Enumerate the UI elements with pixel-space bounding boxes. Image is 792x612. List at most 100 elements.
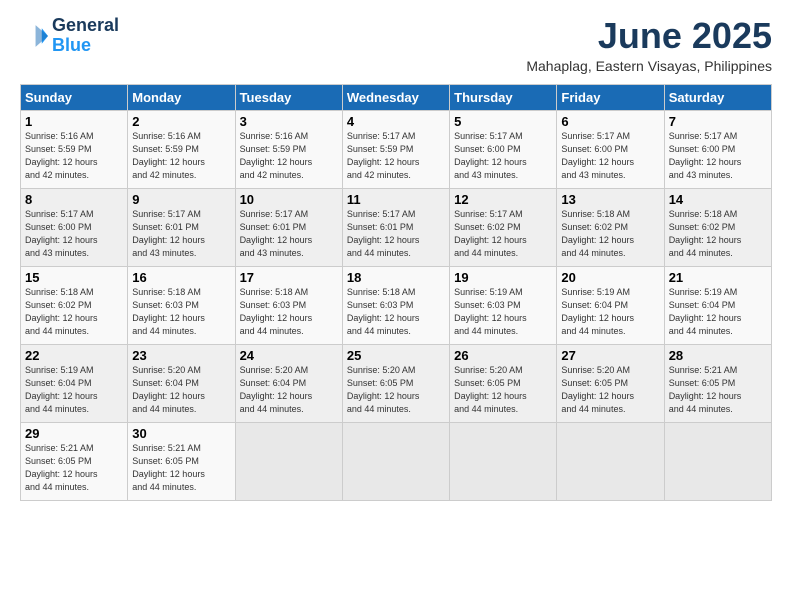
- table-cell: 12Sunrise: 5:17 AM Sunset: 6:02 PM Dayli…: [450, 188, 557, 266]
- col-sunday: Sunday: [21, 84, 128, 110]
- table-cell: 25Sunrise: 5:20 AM Sunset: 6:05 PM Dayli…: [342, 344, 449, 422]
- title-block: June 2025 Mahaplag, Eastern Visayas, Phi…: [526, 16, 772, 74]
- day-number: 24: [240, 348, 338, 363]
- day-info: Sunrise: 5:17 AM Sunset: 6:00 PM Dayligh…: [561, 130, 659, 182]
- header: General Blue June 2025 Mahaplag, Eastern…: [20, 16, 772, 74]
- calendar-row: 1Sunrise: 5:16 AM Sunset: 5:59 PM Daylig…: [21, 110, 772, 188]
- table-cell: 13Sunrise: 5:18 AM Sunset: 6:02 PM Dayli…: [557, 188, 664, 266]
- day-info: Sunrise: 5:19 AM Sunset: 6:03 PM Dayligh…: [454, 286, 552, 338]
- col-saturday: Saturday: [664, 84, 771, 110]
- table-cell: 15Sunrise: 5:18 AM Sunset: 6:02 PM Dayli…: [21, 266, 128, 344]
- day-number: 30: [132, 426, 230, 441]
- calendar-row: 15Sunrise: 5:18 AM Sunset: 6:02 PM Dayli…: [21, 266, 772, 344]
- table-cell: 10Sunrise: 5:17 AM Sunset: 6:01 PM Dayli…: [235, 188, 342, 266]
- day-number: 9: [132, 192, 230, 207]
- table-cell: 1Sunrise: 5:16 AM Sunset: 5:59 PM Daylig…: [21, 110, 128, 188]
- day-info: Sunrise: 5:18 AM Sunset: 6:02 PM Dayligh…: [561, 208, 659, 260]
- table-cell: 8Sunrise: 5:17 AM Sunset: 6:00 PM Daylig…: [21, 188, 128, 266]
- table-cell: [664, 422, 771, 500]
- table-cell: 5Sunrise: 5:17 AM Sunset: 6:00 PM Daylig…: [450, 110, 557, 188]
- day-info: Sunrise: 5:20 AM Sunset: 6:05 PM Dayligh…: [561, 364, 659, 416]
- day-number: 18: [347, 270, 445, 285]
- logo-text: General Blue: [52, 16, 119, 56]
- table-cell: 28Sunrise: 5:21 AM Sunset: 6:05 PM Dayli…: [664, 344, 771, 422]
- calendar-title: June 2025: [526, 16, 772, 56]
- day-number: 15: [25, 270, 123, 285]
- day-info: Sunrise: 5:21 AM Sunset: 6:05 PM Dayligh…: [132, 442, 230, 494]
- day-number: 23: [132, 348, 230, 363]
- day-number: 26: [454, 348, 552, 363]
- day-info: Sunrise: 5:18 AM Sunset: 6:02 PM Dayligh…: [669, 208, 767, 260]
- day-number: 4: [347, 114, 445, 129]
- day-info: Sunrise: 5:19 AM Sunset: 6:04 PM Dayligh…: [561, 286, 659, 338]
- table-cell: 24Sunrise: 5:20 AM Sunset: 6:04 PM Dayli…: [235, 344, 342, 422]
- day-number: 12: [454, 192, 552, 207]
- table-cell: 30Sunrise: 5:21 AM Sunset: 6:05 PM Dayli…: [128, 422, 235, 500]
- table-cell: 9Sunrise: 5:17 AM Sunset: 6:01 PM Daylig…: [128, 188, 235, 266]
- table-cell: 16Sunrise: 5:18 AM Sunset: 6:03 PM Dayli…: [128, 266, 235, 344]
- day-number: 20: [561, 270, 659, 285]
- day-number: 17: [240, 270, 338, 285]
- day-info: Sunrise: 5:17 AM Sunset: 6:00 PM Dayligh…: [25, 208, 123, 260]
- day-info: Sunrise: 5:18 AM Sunset: 6:02 PM Dayligh…: [25, 286, 123, 338]
- table-cell: 2Sunrise: 5:16 AM Sunset: 5:59 PM Daylig…: [128, 110, 235, 188]
- table-cell: [342, 422, 449, 500]
- table-cell: 17Sunrise: 5:18 AM Sunset: 6:03 PM Dayli…: [235, 266, 342, 344]
- day-info: Sunrise: 5:19 AM Sunset: 6:04 PM Dayligh…: [669, 286, 767, 338]
- table-cell: 21Sunrise: 5:19 AM Sunset: 6:04 PM Dayli…: [664, 266, 771, 344]
- day-number: 8: [25, 192, 123, 207]
- day-info: Sunrise: 5:19 AM Sunset: 6:04 PM Dayligh…: [25, 364, 123, 416]
- table-cell: 7Sunrise: 5:17 AM Sunset: 6:00 PM Daylig…: [664, 110, 771, 188]
- day-number: 13: [561, 192, 659, 207]
- day-info: Sunrise: 5:16 AM Sunset: 5:59 PM Dayligh…: [240, 130, 338, 182]
- day-number: 25: [347, 348, 445, 363]
- table-cell: 11Sunrise: 5:17 AM Sunset: 6:01 PM Dayli…: [342, 188, 449, 266]
- table-cell: 3Sunrise: 5:16 AM Sunset: 5:59 PM Daylig…: [235, 110, 342, 188]
- day-number: 3: [240, 114, 338, 129]
- table-cell: 22Sunrise: 5:19 AM Sunset: 6:04 PM Dayli…: [21, 344, 128, 422]
- day-info: Sunrise: 5:18 AM Sunset: 6:03 PM Dayligh…: [347, 286, 445, 338]
- day-info: Sunrise: 5:21 AM Sunset: 6:05 PM Dayligh…: [25, 442, 123, 494]
- table-cell: 23Sunrise: 5:20 AM Sunset: 6:04 PM Dayli…: [128, 344, 235, 422]
- table-cell: 19Sunrise: 5:19 AM Sunset: 6:03 PM Dayli…: [450, 266, 557, 344]
- day-number: 14: [669, 192, 767, 207]
- table-cell: 27Sunrise: 5:20 AM Sunset: 6:05 PM Dayli…: [557, 344, 664, 422]
- table-cell: [235, 422, 342, 500]
- table-cell: 4Sunrise: 5:17 AM Sunset: 5:59 PM Daylig…: [342, 110, 449, 188]
- header-row: Sunday Monday Tuesday Wednesday Thursday…: [21, 84, 772, 110]
- day-info: Sunrise: 5:16 AM Sunset: 5:59 PM Dayligh…: [25, 130, 123, 182]
- day-info: Sunrise: 5:21 AM Sunset: 6:05 PM Dayligh…: [669, 364, 767, 416]
- day-number: 11: [347, 192, 445, 207]
- day-number: 7: [669, 114, 767, 129]
- day-info: Sunrise: 5:17 AM Sunset: 6:01 PM Dayligh…: [347, 208, 445, 260]
- day-info: Sunrise: 5:16 AM Sunset: 5:59 PM Dayligh…: [132, 130, 230, 182]
- col-wednesday: Wednesday: [342, 84, 449, 110]
- day-number: 21: [669, 270, 767, 285]
- day-info: Sunrise: 5:17 AM Sunset: 6:01 PM Dayligh…: [132, 208, 230, 260]
- col-tuesday: Tuesday: [235, 84, 342, 110]
- col-monday: Monday: [128, 84, 235, 110]
- calendar-subtitle: Mahaplag, Eastern Visayas, Philippines: [526, 58, 772, 74]
- day-info: Sunrise: 5:17 AM Sunset: 6:02 PM Dayligh…: [454, 208, 552, 260]
- logo: General Blue: [20, 16, 119, 56]
- day-info: Sunrise: 5:20 AM Sunset: 6:05 PM Dayligh…: [454, 364, 552, 416]
- calendar-row: 29Sunrise: 5:21 AM Sunset: 6:05 PM Dayli…: [21, 422, 772, 500]
- col-friday: Friday: [557, 84, 664, 110]
- day-info: Sunrise: 5:17 AM Sunset: 6:00 PM Dayligh…: [669, 130, 767, 182]
- table-cell: 18Sunrise: 5:18 AM Sunset: 6:03 PM Dayli…: [342, 266, 449, 344]
- day-number: 10: [240, 192, 338, 207]
- day-number: 27: [561, 348, 659, 363]
- logo-icon: [20, 22, 48, 50]
- day-number: 22: [25, 348, 123, 363]
- day-number: 1: [25, 114, 123, 129]
- calendar-row: 8Sunrise: 5:17 AM Sunset: 6:00 PM Daylig…: [21, 188, 772, 266]
- calendar-row: 22Sunrise: 5:19 AM Sunset: 6:04 PM Dayli…: [21, 344, 772, 422]
- table-cell: 29Sunrise: 5:21 AM Sunset: 6:05 PM Dayli…: [21, 422, 128, 500]
- day-info: Sunrise: 5:18 AM Sunset: 6:03 PM Dayligh…: [240, 286, 338, 338]
- day-info: Sunrise: 5:20 AM Sunset: 6:04 PM Dayligh…: [132, 364, 230, 416]
- day-number: 16: [132, 270, 230, 285]
- day-info: Sunrise: 5:17 AM Sunset: 5:59 PM Dayligh…: [347, 130, 445, 182]
- table-cell: 26Sunrise: 5:20 AM Sunset: 6:05 PM Dayli…: [450, 344, 557, 422]
- day-info: Sunrise: 5:20 AM Sunset: 6:04 PM Dayligh…: [240, 364, 338, 416]
- day-info: Sunrise: 5:18 AM Sunset: 6:03 PM Dayligh…: [132, 286, 230, 338]
